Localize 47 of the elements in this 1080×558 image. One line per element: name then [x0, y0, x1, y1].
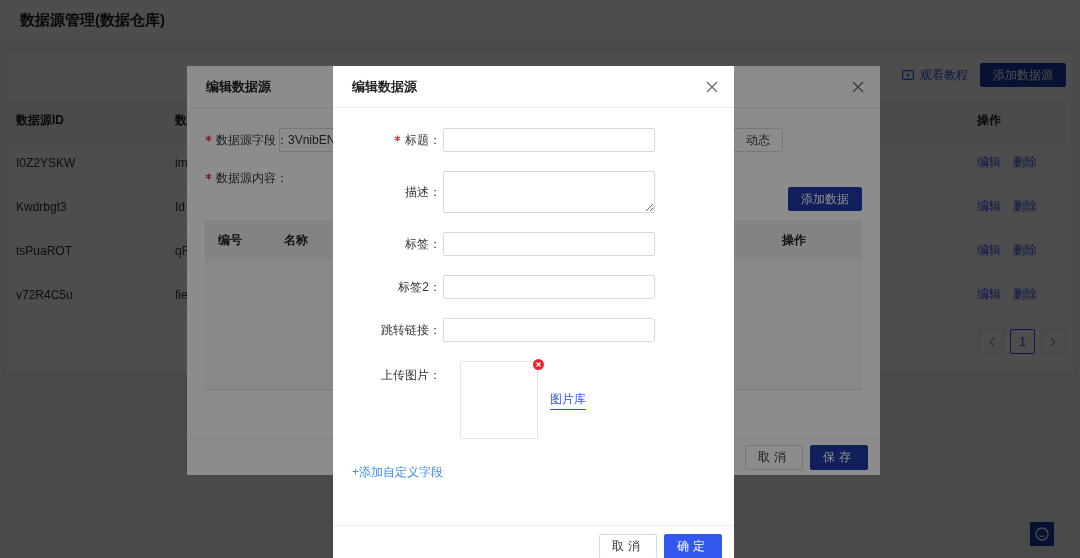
cancel-button[interactable]: 取消 — [745, 444, 803, 470]
chevron-right-icon — [1050, 336, 1057, 347]
mode-button[interactable]: 动态 — [733, 128, 783, 152]
dialog-title: 编辑数据源 — [206, 77, 271, 96]
input-field[interactable] — [443, 128, 655, 152]
previous-page-button[interactable] — [979, 329, 1004, 354]
input-field[interactable] — [443, 232, 655, 256]
column-header: 操作 — [977, 111, 1001, 129]
help-button[interactable] — [1030, 522, 1054, 546]
image-library-link[interactable]: 图片库 — [550, 390, 586, 410]
smiley-icon — [1035, 527, 1049, 541]
column-header: 数 — [175, 111, 187, 129]
field-label: 数据源内容： — [216, 171, 288, 185]
field-label: 上传图片： — [381, 368, 441, 382]
field-label: 标题： — [405, 132, 441, 147]
save-button[interactable]: 保存 — [810, 444, 868, 470]
close-icon[interactable] — [706, 80, 718, 93]
table-cell: im — [175, 155, 188, 170]
table-cell: fie — [175, 287, 188, 302]
column-header: 编号 — [218, 231, 242, 249]
video-icon — [902, 70, 914, 80]
text-area[interactable] — [443, 171, 655, 213]
table-cell: Kwdrbgt3 — [16, 199, 67, 214]
input-field[interactable] — [443, 275, 655, 299]
column-header: 名称 — [284, 231, 308, 249]
column-header: 数据源ID — [16, 111, 64, 129]
remove-icon[interactable] — [533, 359, 544, 370]
table-cell: tsPuaROT — [16, 243, 72, 258]
page-title: 数据源管理(数据仓库) — [20, 11, 165, 30]
close-icon[interactable] — [852, 80, 864, 93]
field-label: 描述： — [405, 184, 441, 199]
input-field[interactable] — [443, 318, 655, 342]
cancel-button[interactable]: 取消 — [599, 533, 657, 558]
table-cell: I0Z2YSKW — [16, 155, 76, 170]
add-custom-field-link[interactable]: +添加自定义字段 — [352, 464, 443, 481]
field-label: 标签： — [405, 236, 441, 251]
column-header: 操作 — [782, 231, 806, 249]
field-label: 数据源字段： — [216, 132, 288, 147]
field-label: 标签2： — [398, 279, 441, 294]
dialog-title: 编辑数据源 — [352, 77, 417, 96]
table-cell: Id — [175, 199, 185, 214]
field-label: 跳转链接： — [381, 322, 441, 337]
confirm-button[interactable]: 确定 — [664, 533, 722, 558]
next-page-button[interactable] — [1041, 329, 1066, 354]
chevron-left-icon — [988, 336, 995, 347]
add-data-button[interactable]: 添加数据 — [788, 187, 862, 211]
table-cell: v72R4C5u — [16, 287, 73, 302]
